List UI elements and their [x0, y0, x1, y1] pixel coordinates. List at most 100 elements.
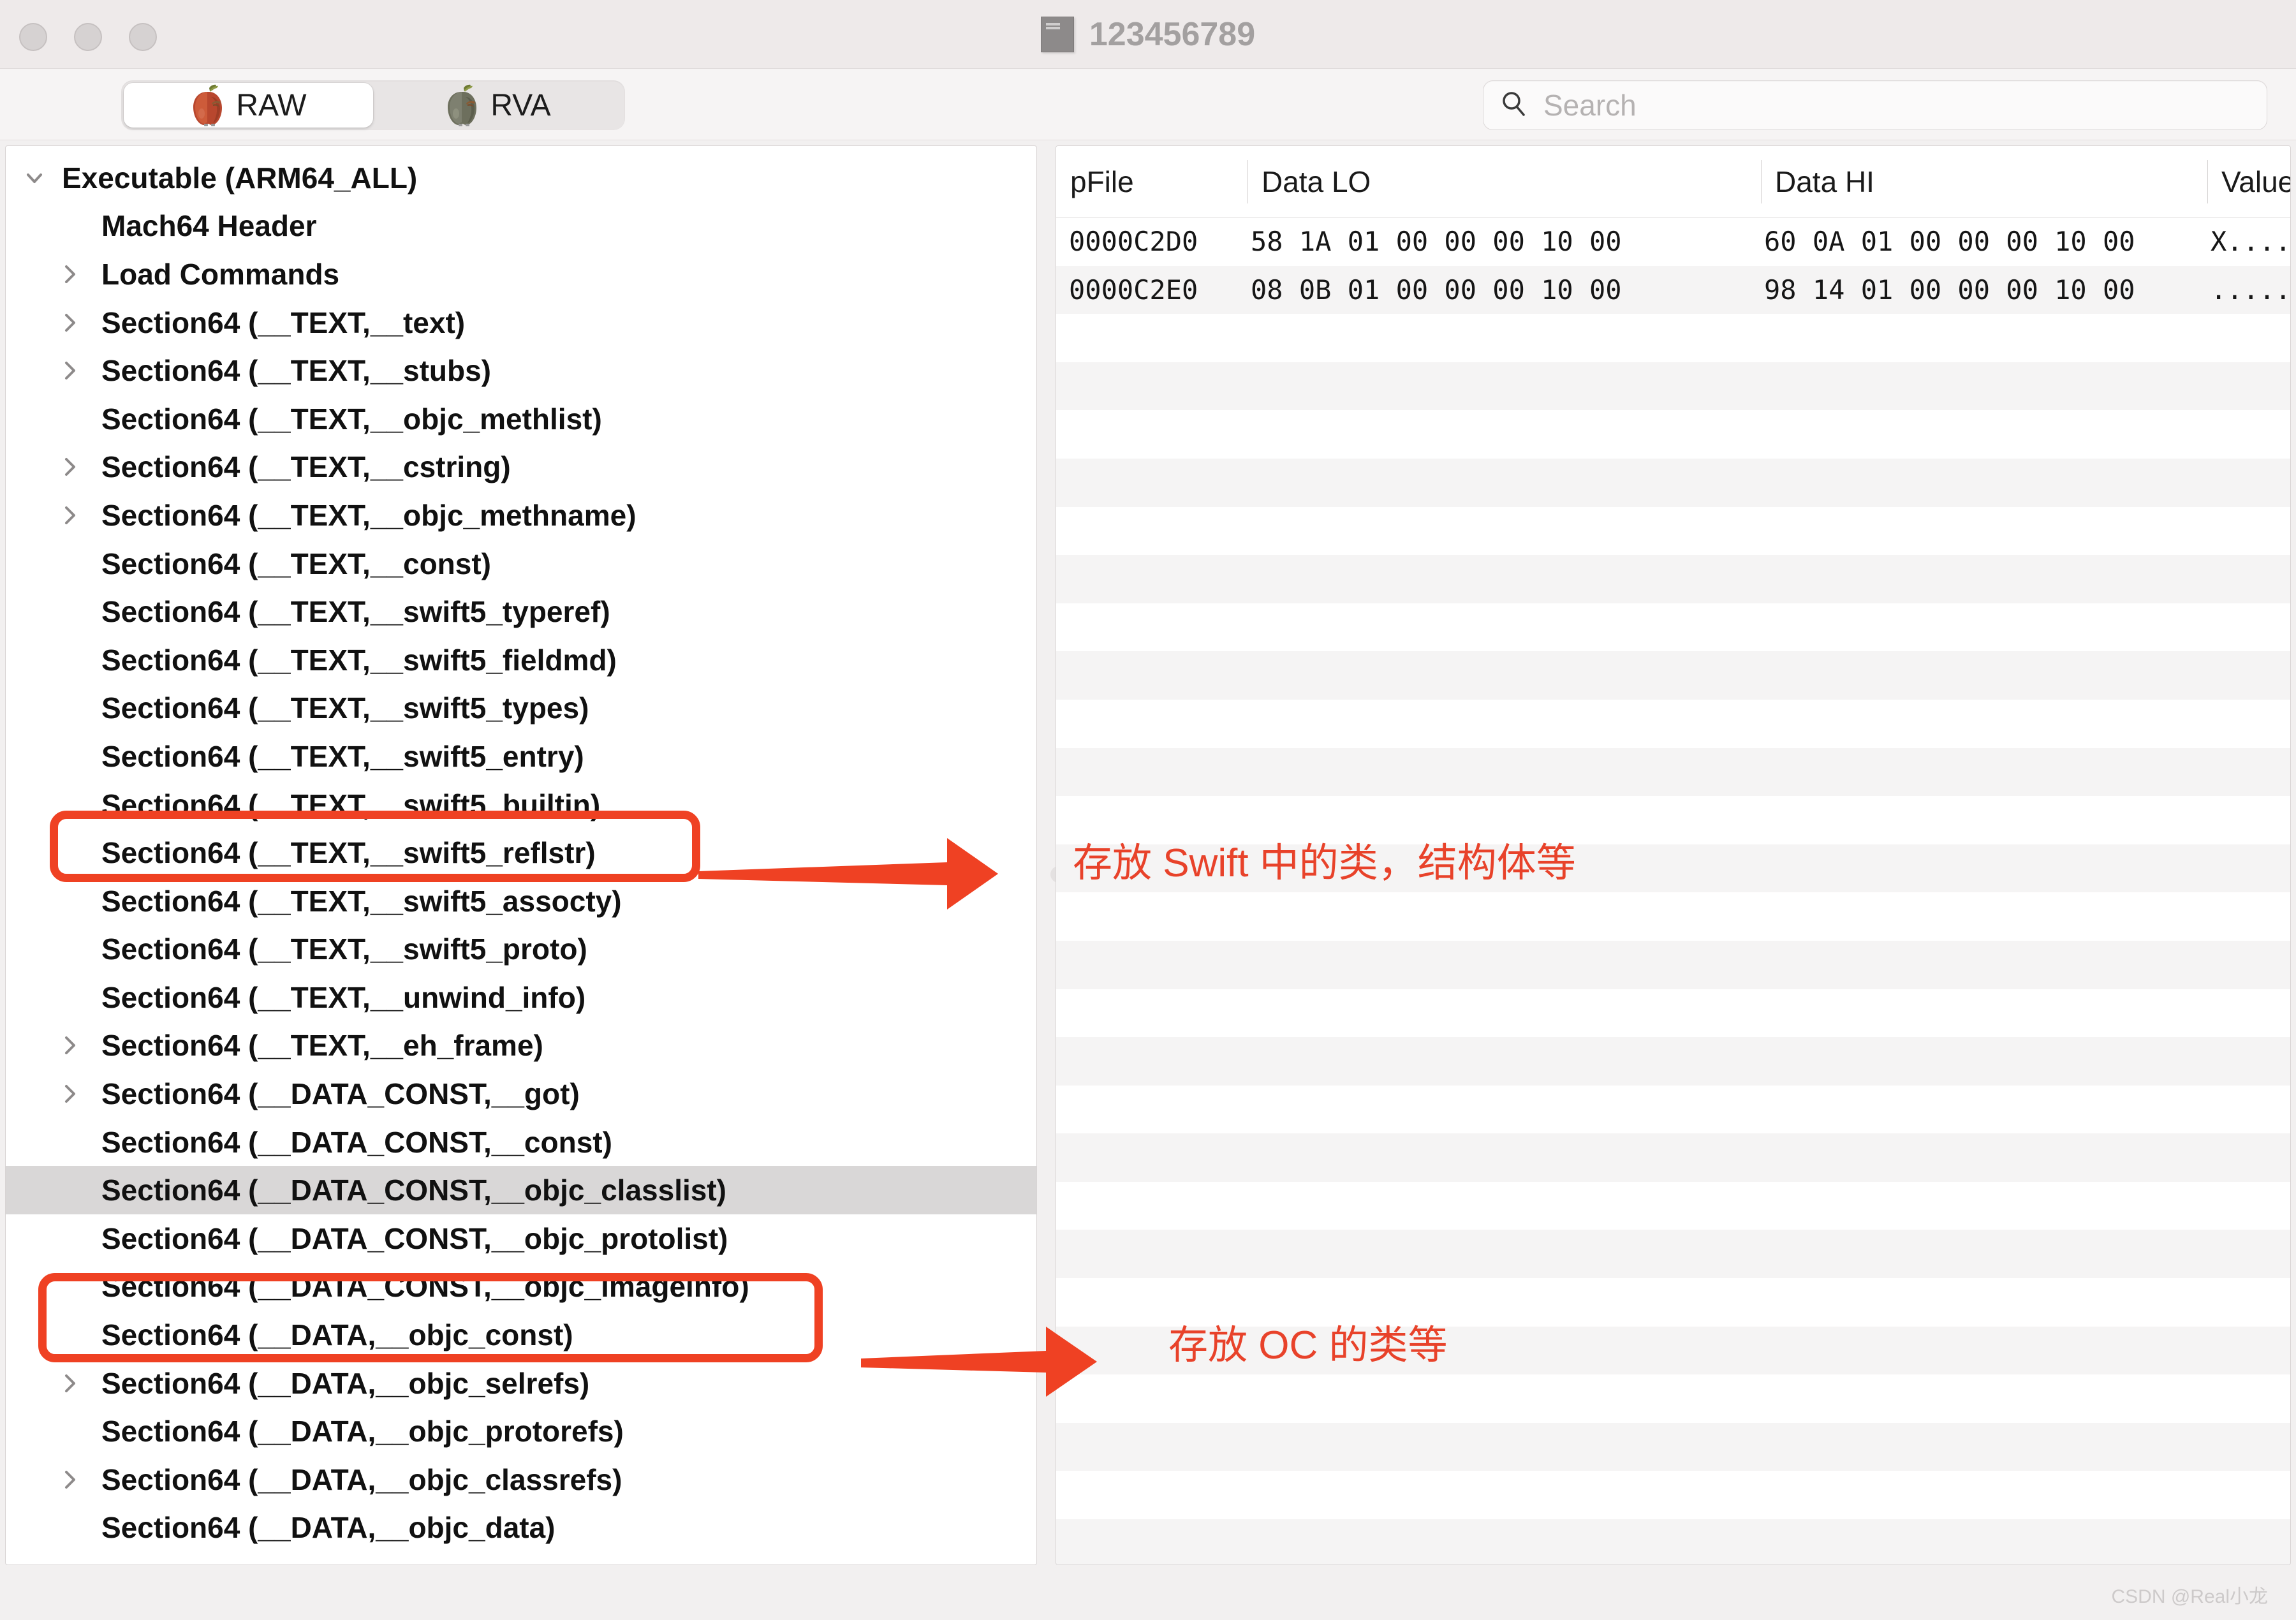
tree-row-label: Mach64 Header — [101, 209, 317, 243]
tree-row[interactable]: Section64 (__TEXT,__swift5_typeref) — [6, 587, 1036, 636]
tree-row[interactable]: Mach64 Header — [6, 202, 1036, 251]
tree-row[interactable]: Section64 (__DATA_CONST,__got) — [6, 1070, 1036, 1118]
table-row-empty[interactable] — [1056, 507, 2290, 556]
tree-row[interactable]: Section64 (__TEXT,__swift5_entry) — [6, 732, 1036, 781]
chevron-right-icon[interactable] — [55, 308, 85, 337]
tree-row[interactable]: Section64 (__DATA,__objc_classrefs) — [6, 1455, 1036, 1504]
tree-row[interactable]: Section64 (__TEXT,__unwind_info) — [6, 973, 1036, 1022]
cell-data-lo: 08 0B 01 00 00 00 10 00 — [1251, 274, 1622, 306]
tab-rva[interactable]: RVA — [373, 83, 622, 128]
chevron-right-icon[interactable] — [55, 1465, 85, 1494]
column-header-data-lo[interactable]: Data LO — [1247, 146, 1761, 217]
chevron-right-icon[interactable] — [55, 501, 85, 530]
column-header-pfile-label: pFile — [1070, 165, 1134, 198]
table-row-empty[interactable] — [1056, 555, 2290, 603]
tree-row[interactable]: Section64 (__DATA_CONST,__const) — [6, 1118, 1036, 1167]
tree-row-label: Section64 (__TEXT,__swift5_builtin) — [101, 788, 601, 821]
tree-row-label: Section64 (__DATA,__objc_data) — [101, 1511, 556, 1545]
table-row-empty[interactable] — [1056, 651, 2290, 700]
tree-row[interactable]: Section64 (__TEXT,__swift5_proto) — [6, 925, 1036, 974]
content-area: Executable (ARM64_ALL) Mach64 Header Load … — [0, 140, 2296, 1575]
tree-row-label: Section64 (__DATA_CONST,__got) — [101, 1077, 580, 1111]
table-row-empty[interactable] — [1056, 314, 2290, 362]
window-title: 123456789 — [1089, 16, 1256, 53]
tree-row[interactable]: Section64 (__TEXT,__stubs) — [6, 346, 1036, 395]
cell-value: X.... — [2211, 226, 2291, 258]
table-row-empty[interactable] — [1056, 1374, 2290, 1423]
tree-row[interactable]: Section64 (__DATA_CONST,__objc_classlist… — [6, 1166, 1036, 1215]
search-icon — [1500, 90, 1528, 121]
tree-row[interactable]: Executable (ARM64_ALL) — [6, 154, 1036, 202]
tree-row-label: Section64 (__TEXT,__objc_methname) — [101, 498, 637, 532]
table-row-empty[interactable] — [1056, 747, 2290, 797]
table-row[interactable]: 0000C2D0 58 1A 01 00 00 00 10 00 60 0A 01 … — [1056, 217, 2290, 266]
chevron-down-icon[interactable] — [20, 163, 49, 193]
tree-row[interactable]: Section64 (__TEXT,__swift5_fieldmd) — [6, 636, 1036, 684]
tree-row[interactable]: Section64 (__DATA_CONST,__objc_protolist… — [6, 1214, 1036, 1263]
chevron-right-icon[interactable] — [55, 356, 85, 385]
table-row-empty[interactable] — [1056, 892, 2290, 941]
header-divider — [1761, 160, 1762, 203]
tree-row[interactable]: Section64 (__TEXT,__const) — [6, 540, 1036, 588]
table-row-empty[interactable] — [1056, 1037, 2290, 1086]
document-icon — [1040, 17, 1074, 52]
table-row-empty[interactable] — [1056, 1133, 2290, 1182]
tree-row[interactable]: Section64 (__TEXT,__eh_frame) — [6, 1022, 1036, 1070]
column-header-value[interactable]: Value — [2207, 146, 2290, 217]
table-row-empty[interactable] — [1056, 1471, 2290, 1519]
tree-row[interactable]: Load Commands — [6, 250, 1036, 298]
chevron-right-icon[interactable] — [55, 1079, 85, 1108]
tree-row[interactable]: Section64 (__DATA_CONST,__objc_imageinfo… — [6, 1263, 1036, 1311]
table-row-empty[interactable] — [1056, 1422, 2290, 1471]
tree-row-label: Section64 (__DATA,__objc_const) — [101, 1318, 573, 1352]
chevron-right-icon[interactable] — [55, 1369, 85, 1398]
header-divider — [1247, 160, 1248, 203]
annotation-text-swift: 存放 Swift 中的类，结构体等 — [1073, 841, 1576, 885]
table-row-empty[interactable] — [1056, 1519, 2290, 1565]
table-row-empty[interactable] — [1056, 940, 2290, 989]
tree-row[interactable]: Section64 (__TEXT,__objc_methlist) — [6, 395, 1036, 443]
tree-row-label: Section64 (__TEXT,__cstring) — [101, 450, 511, 484]
table-row-empty[interactable] — [1056, 989, 2290, 1038]
table-row-empty[interactable] — [1056, 1086, 2290, 1134]
table-row-empty[interactable] — [1056, 700, 2290, 748]
title-bar: 123456789 — [0, 0, 2296, 69]
table-row-empty[interactable] — [1056, 458, 2290, 507]
tree-row-label: Section64 (__TEXT,__text) — [101, 306, 466, 339]
annotation-arrow-1 — [698, 838, 998, 909]
chevron-right-icon[interactable] — [55, 260, 85, 289]
column-header-pfile[interactable]: pFile — [1056, 146, 1247, 217]
tree-row-label: Section64 (__TEXT,__swift5_proto) — [101, 932, 587, 966]
table-row-empty[interactable] — [1056, 362, 2290, 411]
tree-row-label: Section64 (__TEXT,__unwind_info) — [101, 980, 586, 1014]
table-row-empty[interactable] — [1056, 1182, 2290, 1230]
tree-row[interactable]: Section64 (__TEXT,__swift5_types) — [6, 684, 1036, 733]
tree-row-label: Section64 (__TEXT,__swift5_reflstr) — [101, 836, 596, 870]
tree-row-label: Section64 (__TEXT,__const) — [101, 547, 491, 580]
grey-apple-icon — [445, 84, 479, 126]
cell-value: ..... — [2211, 274, 2291, 306]
search-field[interactable] — [1483, 80, 2267, 130]
search-input[interactable] — [1543, 88, 2250, 122]
app-window: 123456789 RAW RVA Search Executable (ARM… — [0, 0, 2296, 1620]
table-row-empty[interactable] — [1056, 1230, 2290, 1279]
tab-raw[interactable]: RAW — [124, 83, 373, 128]
header-divider — [2207, 160, 2208, 203]
tree-row[interactable]: Section64 (__DATA,__objc_data) — [6, 1504, 1036, 1552]
tree-row-label: Section64 (__DATA_CONST,__const) — [101, 1125, 612, 1159]
column-header-data-hi[interactable]: Data HI — [1761, 146, 2207, 217]
tab-raw-label: RAW — [236, 88, 307, 122]
tree-row[interactable]: Section64 (__TEXT,__objc_methname) — [6, 491, 1036, 540]
tree-row-label: Section64 (__DATA_CONST,__objc_classlist… — [101, 1174, 726, 1207]
chevron-right-icon[interactable] — [55, 452, 85, 482]
table-row[interactable]: 0000C2E0 08 0B 01 00 00 00 10 00 98 14 01 … — [1056, 265, 2291, 314]
table-row-empty[interactable] — [1056, 410, 2290, 459]
cell-pfile: 0000C2D0 — [1069, 226, 1198, 258]
chevron-right-icon[interactable] — [55, 1031, 85, 1060]
table-row-empty[interactable] — [1056, 603, 2290, 652]
tree-row-label: Section64 (__TEXT,__objc_methlist) — [101, 402, 602, 436]
tree-row[interactable]: Section64 (__TEXT,__cstring) — [6, 443, 1036, 492]
tree-row-label: Section64 (__DATA_CONST,__objc_imageinfo… — [101, 1270, 749, 1304]
tree-row[interactable]: Section64 (__TEXT,__text) — [6, 298, 1036, 347]
table-header: pFile Data LO Data HI Value — [1056, 146, 2290, 217]
